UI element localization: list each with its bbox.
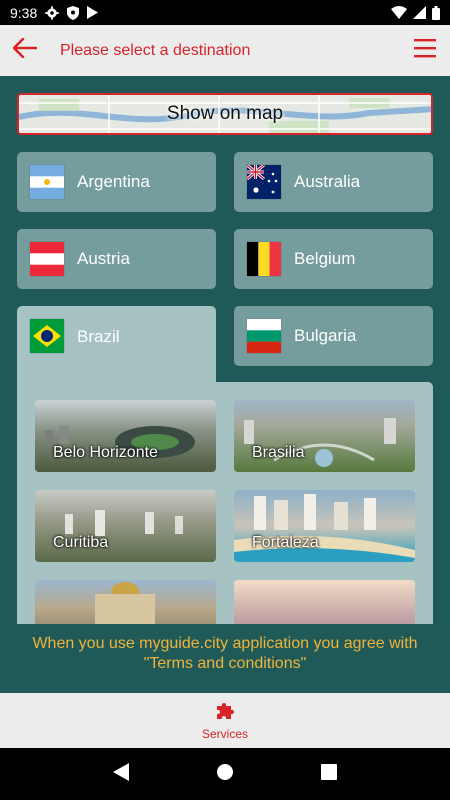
status-bar: 9:38 bbox=[0, 0, 450, 25]
country-name: Argentina bbox=[77, 172, 150, 191]
city-photo bbox=[234, 580, 415, 624]
city-name: Curitiba bbox=[53, 534, 109, 551]
country-austria[interactable]: Austria bbox=[17, 229, 216, 289]
bulgaria-flag-icon bbox=[247, 319, 281, 353]
services-tab[interactable]: Services bbox=[0, 693, 450, 748]
shield-icon bbox=[67, 5, 80, 20]
argentina-flag-icon bbox=[30, 165, 64, 199]
brazil-cities-panel: Belo Horizonte Brasilia Curitiba Fortale… bbox=[17, 382, 433, 624]
play-store-icon bbox=[87, 6, 99, 19]
country-name: Bulgaria bbox=[294, 326, 357, 345]
country-name: Brazil bbox=[77, 327, 120, 346]
system-navigation-bar bbox=[0, 748, 450, 800]
city-name: Fortaleza bbox=[252, 534, 319, 551]
services-label: Services bbox=[201, 727, 248, 741]
city-fortaleza[interactable]: Fortaleza bbox=[234, 490, 415, 562]
wifi-icon bbox=[391, 6, 407, 19]
puzzle-piece-icon bbox=[215, 700, 235, 725]
hamburger-menu-icon bbox=[414, 38, 436, 63]
country-australia[interactable]: Australia bbox=[234, 152, 433, 212]
settings-icon bbox=[45, 5, 59, 20]
city-belo-horizonte[interactable]: Belo Horizonte bbox=[35, 400, 216, 472]
country-bulgaria[interactable]: Bulgaria bbox=[234, 306, 433, 366]
australia-flag-icon bbox=[247, 165, 281, 199]
status-time: 9:38 bbox=[10, 4, 38, 21]
back-triangle-icon[interactable] bbox=[113, 762, 130, 786]
belgium-flag-icon bbox=[247, 242, 281, 276]
country-name: Australia bbox=[294, 172, 361, 191]
terms-notice[interactable]: When you use myguide.city application yo… bbox=[0, 624, 450, 693]
city-brasilia[interactable]: Brasilia bbox=[234, 400, 415, 472]
country-belgium[interactable]: Belgium bbox=[234, 229, 433, 289]
menu-button[interactable] bbox=[400, 25, 450, 76]
app-bar: Please select a destination bbox=[0, 25, 450, 76]
brazil-flag-icon bbox=[30, 319, 64, 353]
city-photo bbox=[35, 580, 216, 624]
city-tile-6[interactable] bbox=[234, 580, 415, 624]
battery-icon bbox=[432, 5, 440, 20]
city-tile-5[interactable] bbox=[35, 580, 216, 624]
country-argentina[interactable]: Argentina bbox=[17, 152, 216, 212]
recents-square-icon[interactable] bbox=[320, 763, 337, 785]
country-name: Austria bbox=[77, 249, 130, 268]
city-name: Belo Horizonte bbox=[53, 444, 158, 461]
city-curitiba[interactable]: Curitiba bbox=[35, 490, 216, 562]
show-on-map-label: Show on map bbox=[166, 103, 284, 124]
signal-icon bbox=[413, 6, 426, 19]
city-name: Brasilia bbox=[252, 444, 305, 461]
country-brazil[interactable]: Brazil bbox=[17, 306, 216, 384]
page-title: Please select a destination bbox=[60, 41, 251, 59]
destination-list[interactable]: Show on map Argentina Australia Austria … bbox=[0, 76, 450, 624]
show-on-map-button[interactable]: Show on map bbox=[17, 93, 433, 135]
country-name: Belgium bbox=[294, 249, 356, 268]
austria-flag-icon bbox=[30, 242, 64, 276]
arrow-left-icon bbox=[12, 37, 38, 63]
back-button[interactable] bbox=[0, 25, 50, 76]
home-circle-icon[interactable] bbox=[216, 763, 234, 786]
